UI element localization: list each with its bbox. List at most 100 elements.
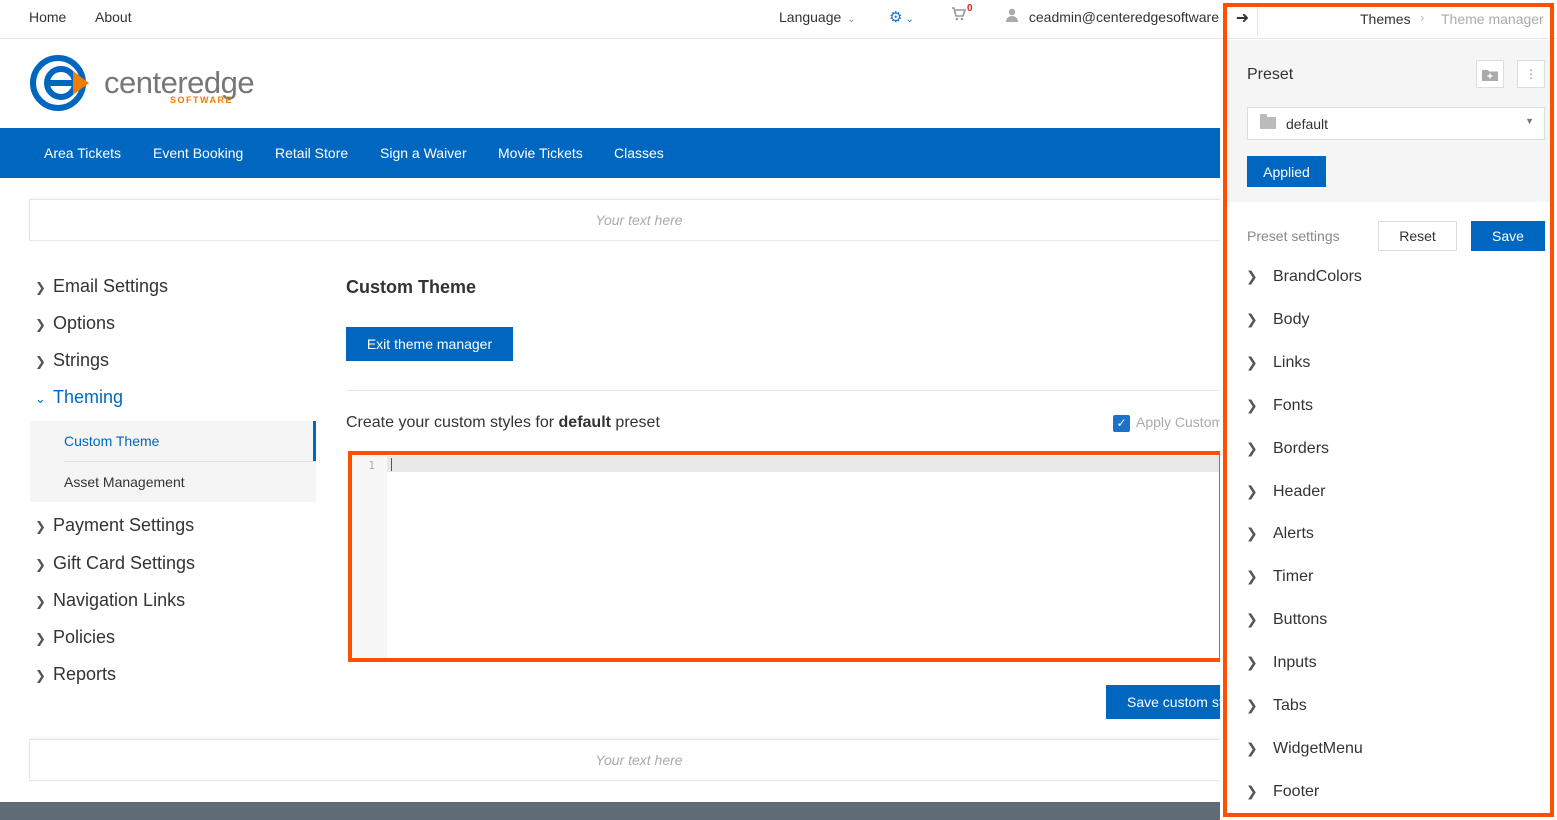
breadcrumb-themes[interactable]: Themes (1360, 11, 1411, 27)
chevron-right-icon: ❯ (1246, 268, 1258, 284)
user-menu[interactable]: ceadmin@centeredgesoftware (1005, 8, 1219, 25)
centeredge-logo[interactable]: centeredge SOFTWARE (29, 53, 259, 113)
chevron-right-icon: ❯ (35, 354, 46, 369)
category-buttons[interactable]: ❯ Buttons (1246, 611, 1327, 629)
preset-more-button[interactable]: ⋮ (1517, 60, 1545, 88)
sidebar-item-email-settings[interactable]: ❯ Email Settings (35, 276, 168, 297)
category-label: Inputs (1273, 654, 1317, 671)
create-prefix: Create your custom styles for (346, 414, 559, 431)
chevron-right-icon: ❯ (1246, 568, 1258, 584)
sidebar-item-label: Reports (53, 664, 117, 684)
category-label: Borders (1273, 440, 1330, 457)
cart-count-badge: 0 (967, 3, 973, 14)
category-timer[interactable]: ❯ Timer (1246, 568, 1313, 586)
category-widgetmenu[interactable]: ❯ WidgetMenu (1246, 740, 1363, 758)
category-fonts[interactable]: ❯ Fonts (1246, 397, 1313, 415)
about-link[interactable]: About (95, 9, 132, 25)
sidebar-item-label: Email Settings (53, 276, 169, 296)
sidebar-item-label: Gift Card Settings (53, 553, 196, 573)
panel-header: ➜ Themes › Theme manager (1220, 0, 1557, 39)
sidebar-item-label: Options (53, 313, 116, 333)
sidebar-item-label: Strings (53, 350, 110, 370)
text-cursor (391, 458, 392, 471)
chevron-right-icon: ❯ (35, 594, 46, 609)
chevron-right-icon: ❯ (1246, 654, 1258, 670)
chevron-right-icon: ❯ (1246, 483, 1258, 499)
category-links[interactable]: ❯ Links (1246, 354, 1310, 372)
chevron-right-icon: ❯ (35, 519, 46, 534)
theme-manager-panel: ➜ Themes › Theme manager Preset ⋮ defaul… (1220, 0, 1557, 820)
category-body[interactable]: ❯ Body (1246, 311, 1309, 329)
theming-submenu: Custom Theme Asset Management (30, 421, 316, 502)
sidebar-item-reports[interactable]: ❯ Reports (35, 664, 116, 685)
sidebar-item-options[interactable]: ❯ Options (35, 313, 115, 334)
category-label: Fonts (1273, 397, 1314, 414)
chevron-down-icon: ⌄ (35, 391, 46, 406)
sidebar-item-payment-settings[interactable]: ❯ Payment Settings (35, 515, 194, 536)
user-email: ceadmin@centeredgesoftware (1028, 9, 1219, 25)
arrow-right-icon: ➜ (1235, 10, 1250, 27)
more-vertical-icon: ⋮ (1525, 67, 1537, 81)
category-borders[interactable]: ❯ Borders (1246, 440, 1329, 458)
chevron-down-icon: ⌄ (847, 14, 856, 25)
submenu-custom-theme[interactable]: Custom Theme (64, 433, 159, 449)
collapse-panel-button[interactable]: ➜ (1228, 6, 1258, 36)
sidebar-item-label: Theming (53, 387, 124, 407)
category-label: Tabs (1273, 697, 1307, 714)
category-alerts[interactable]: ❯ Alerts (1246, 525, 1314, 543)
user-icon (1006, 8, 1018, 22)
submenu-asset-management[interactable]: Asset Management (64, 474, 185, 490)
gear-icon: ⚙ (889, 9, 903, 26)
nav-event-booking[interactable]: Event Booking (153, 145, 243, 161)
settings-dropdown[interactable]: ⚙ ⌄ (889, 8, 914, 26)
category-brandcolors[interactable]: ❯ BrandColors (1246, 268, 1362, 286)
category-inputs[interactable]: ❯ Inputs (1246, 654, 1317, 672)
caret-down-icon: ▼ (1525, 116, 1534, 126)
home-link[interactable]: Home (29, 9, 66, 25)
sidebar-item-policies[interactable]: ❯ Policies (35, 627, 115, 648)
chevron-right-icon: ❯ (1246, 783, 1258, 799)
category-tabs[interactable]: ❯ Tabs (1246, 697, 1307, 715)
apply-custom-checkbox[interactable]: ✓ Apply Custom (1113, 414, 1223, 432)
create-suffix: preset (610, 414, 660, 431)
new-preset-button[interactable] (1476, 60, 1504, 88)
sidebar-item-label: Navigation Links (53, 590, 186, 610)
category-label: Buttons (1273, 611, 1328, 628)
nav-sign-a-waiver[interactable]: Sign a Waiver (380, 145, 467, 161)
nav-area-tickets[interactable]: Area Tickets (44, 145, 121, 161)
preset-settings-label: Preset settings (1247, 228, 1340, 244)
cart-icon (952, 7, 967, 21)
category-label: BrandColors (1273, 268, 1362, 285)
category-footer[interactable]: ❯ Footer (1246, 783, 1319, 801)
chevron-right-icon: ❯ (35, 557, 46, 572)
folder-icon (1260, 114, 1276, 129)
reset-button[interactable]: Reset (1378, 221, 1457, 251)
applied-button[interactable]: Applied (1247, 156, 1326, 187)
exit-theme-manager-button[interactable]: Exit theme manager (346, 327, 513, 361)
chevron-right-icon: ❯ (1246, 311, 1258, 327)
chevron-right-icon: ❯ (35, 280, 46, 295)
language-dropdown[interactable]: Language ⌄ (779, 9, 856, 25)
language-label: Language (779, 9, 842, 25)
css-code-editor[interactable]: 1 (348, 451, 1223, 662)
sidebar-item-theming[interactable]: ⌄ Theming (35, 387, 123, 408)
sidebar-item-gift-card-settings[interactable]: ❯ Gift Card Settings (35, 553, 195, 574)
save-custom-styles-button[interactable]: Save custom styles (1106, 685, 1231, 719)
chevron-right-icon: ❯ (1246, 440, 1258, 456)
sidebar-item-strings[interactable]: ❯ Strings (35, 350, 109, 371)
nav-movie-tickets[interactable]: Movie Tickets (498, 145, 583, 161)
preset-select-value: default (1286, 116, 1329, 132)
category-label: Footer (1273, 783, 1320, 800)
create-styles-text: Create your custom styles for default pr… (346, 414, 660, 432)
chevron-right-icon: ❯ (1246, 397, 1258, 413)
save-button[interactable]: Save (1471, 221, 1545, 251)
preset-select[interactable]: default ▼ (1247, 107, 1545, 140)
nav-classes[interactable]: Classes (614, 145, 664, 161)
category-header[interactable]: ❯ Header (1246, 483, 1325, 501)
line-number-gutter: 1 (352, 455, 387, 658)
nav-retail-store[interactable]: Retail Store (275, 145, 348, 161)
sidebar-item-navigation-links[interactable]: ❯ Navigation Links (35, 590, 185, 611)
active-line-highlight (352, 456, 1219, 472)
cart-button[interactable]: 0 (951, 3, 973, 24)
folder-add-icon (1482, 70, 1498, 82)
